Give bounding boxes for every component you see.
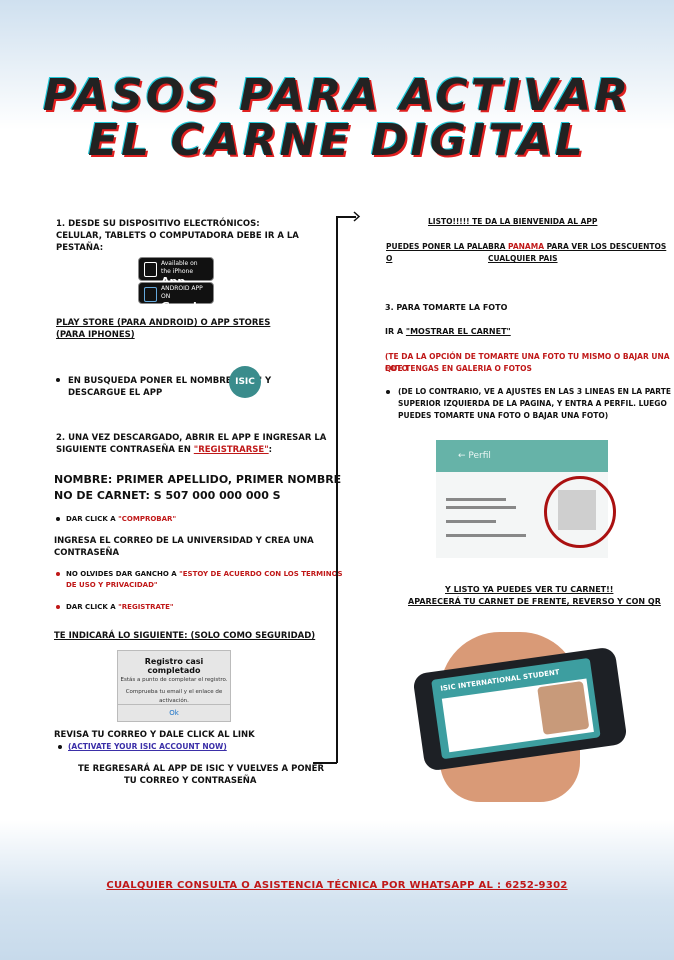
revisa-line: REVISA TU CORREO Y DALE CLICK AL LINK bbox=[54, 730, 255, 740]
gancho-b: DE USO Y PRIVACIDAD" bbox=[66, 581, 158, 589]
registrate-line: DAR CLICK A "REGISTRATE" bbox=[66, 601, 174, 613]
card-photo bbox=[537, 680, 590, 735]
nombre-line: NOMBRE: PRIMER APELLIDO, PRIMER NOMBRE bbox=[54, 473, 342, 486]
bullet-icon bbox=[56, 517, 60, 521]
registrate-label: "REGISTRATE" bbox=[118, 603, 174, 611]
profile-bar: ← Perfil bbox=[436, 440, 608, 472]
step2-b-pre: SIGUIENTE CONTRASEÑA EN bbox=[56, 445, 194, 455]
listo-line: LISTO!!!!! TE DA LA BIENVENIDA AL APP bbox=[428, 217, 598, 226]
stores-line-a: PLAY STORE (PARA ANDROID) O APP STORES bbox=[56, 318, 271, 328]
panama-word: PANAMA bbox=[508, 242, 544, 251]
mostrar-pre: IR A bbox=[385, 327, 406, 336]
bullet-icon bbox=[56, 378, 60, 382]
step2-b-post: : bbox=[268, 445, 273, 455]
footer-contact: CUALQUIER CONSULTA O ASISTENCIA TÉCNICA … bbox=[106, 880, 568, 891]
bullet-icon bbox=[56, 572, 60, 576]
carnet-line: NO DE CARNET: S 507 000 000 000 S bbox=[54, 489, 281, 502]
comprobar-line: DAR CLICK A "COMPROBAR" bbox=[66, 513, 176, 525]
blurred-text bbox=[446, 534, 526, 537]
stores-line-b: (PARA IPHONES) bbox=[56, 330, 135, 340]
app-store-small: Available on the iPhone bbox=[161, 260, 198, 275]
step1-heading: 1. DESDE SU DISPOSITIVO ELECTRÓNICOS: bbox=[56, 219, 260, 229]
dialog-title: Registro casi completado bbox=[144, 657, 204, 675]
comprobar-label: "COMPROBAR" bbox=[118, 515, 177, 523]
bullet-icon bbox=[56, 605, 60, 609]
gancho-pre: NO OLVIDES DAR GANCHO A bbox=[66, 570, 180, 578]
correo-a: INGRESA EL CORREO DE LA UNIVERSIDAD Y CR… bbox=[54, 536, 314, 546]
correo-b: CONTRASEÑA bbox=[54, 548, 120, 558]
gancho-red-a: "ESTOY DE ACUERDO CON LOS TERMINOS bbox=[179, 570, 343, 578]
search-text-y: Y bbox=[265, 376, 272, 386]
blurred-text bbox=[446, 498, 506, 501]
arrow-right-icon bbox=[353, 211, 361, 222]
registration-dialog: Registro casi completado Estás a punto d… bbox=[117, 650, 231, 722]
registrarse-label: "REGISTRARSE" bbox=[193, 445, 269, 455]
registrate-pre: DAR CLICK A bbox=[66, 603, 119, 611]
activate-link[interactable]: (ACTIVATE YOUR ISIC ACCOUNT NOW) bbox=[68, 741, 227, 753]
dialog-body-a: Comprueba tu email y el enlace de bbox=[125, 689, 223, 695]
indicara-line: TE INDICARÁ LO SIGUIENTE: (SOLO COMO SEG… bbox=[54, 631, 316, 641]
play-icon bbox=[144, 287, 157, 302]
profile-screenshot: ← Perfil bbox=[436, 440, 616, 558]
step1-text-b: PESTAÑA: bbox=[56, 243, 104, 253]
bullet-icon bbox=[386, 390, 390, 394]
contrario-a: (DE LO CONTRARIO, VE A AJUSTES EN LAS 3 … bbox=[398, 387, 671, 396]
apple-icon bbox=[144, 262, 157, 277]
opcion-b: QUE TENGAS EN GALERIA O FOTOS bbox=[385, 364, 532, 373]
dialog-sub: Estás a punto de completar el registro. bbox=[120, 677, 228, 683]
google-play-small: ANDROID APP ON bbox=[161, 285, 203, 300]
blurred-text bbox=[446, 506, 516, 509]
regresara-a: TE REGRESARÁ AL APP DE ISIC Y VUELVES A … bbox=[78, 764, 325, 774]
aparecera: APARECERÁ TU CARNET DE FRENTE, REVERSO Y… bbox=[408, 597, 661, 606]
listo-ver: Y LISTO YA PUEDES VER TU CARNET!! bbox=[445, 585, 614, 594]
mostrar-label: "MOSTRAR EL CARNET" bbox=[405, 327, 511, 336]
contrario-c: PUEDES TOMARTE UNA FOTO O BAJAR UNA FOTO… bbox=[398, 411, 609, 420]
app-store-badge[interactable]: Available on the iPhone App Store bbox=[138, 257, 214, 300]
back-arrow-icon: ← bbox=[458, 451, 469, 461]
phone-screen: ISIC INTERNATIONAL STUDENT bbox=[431, 657, 601, 760]
dialog-ok-button[interactable]: Ok bbox=[118, 704, 230, 721]
mostrar-line: IR A "MOSTRAR EL CARNET" bbox=[385, 326, 511, 338]
blurred-text bbox=[446, 520, 496, 523]
profile-bar-title: Perfil bbox=[468, 451, 491, 461]
step1-text-a: CELULAR, TABLETS O COMPUTADORA DEBE IR A… bbox=[56, 231, 299, 241]
click-pre: DAR CLICK A bbox=[66, 515, 119, 523]
search-text-b: DESCARGUE EL APP bbox=[68, 388, 163, 398]
step3-heading: 3. PARA TOMARTE LA FOTO bbox=[385, 303, 508, 312]
phone-image: ISIC INTERNATIONAL STUDENT bbox=[412, 646, 628, 772]
panama-pre: PUEDES PONER LA PALABRA bbox=[386, 242, 509, 251]
regresara-b: TU CORREO Y CONTRASEÑA bbox=[124, 776, 257, 786]
highlight-circle bbox=[544, 476, 616, 548]
contrario-b: SUPERIOR IZQUIERDA DE LA PAGINA, Y ENTRA… bbox=[398, 399, 667, 408]
connector-line bbox=[336, 216, 338, 763]
panama-b: CUALQUIER PAIS bbox=[488, 254, 558, 263]
step2-b: SIGUIENTE CONTRASEÑA EN "REGISTRARSE": bbox=[56, 444, 272, 456]
bullet-icon bbox=[58, 745, 62, 749]
google-play-badge[interactable]: ANDROID APP ON Google play bbox=[138, 282, 214, 325]
page-title-line1: PASOS PARA ACTIVAR bbox=[42, 70, 632, 121]
connector-line bbox=[313, 762, 337, 764]
page-title-line2: EL CARNE DIGITAL bbox=[88, 115, 586, 166]
isic-logo-icon: ISIC bbox=[229, 366, 261, 398]
step2-a: 2. UNA VEZ DESCARGADO, ABRIR EL APP E IN… bbox=[56, 433, 327, 443]
